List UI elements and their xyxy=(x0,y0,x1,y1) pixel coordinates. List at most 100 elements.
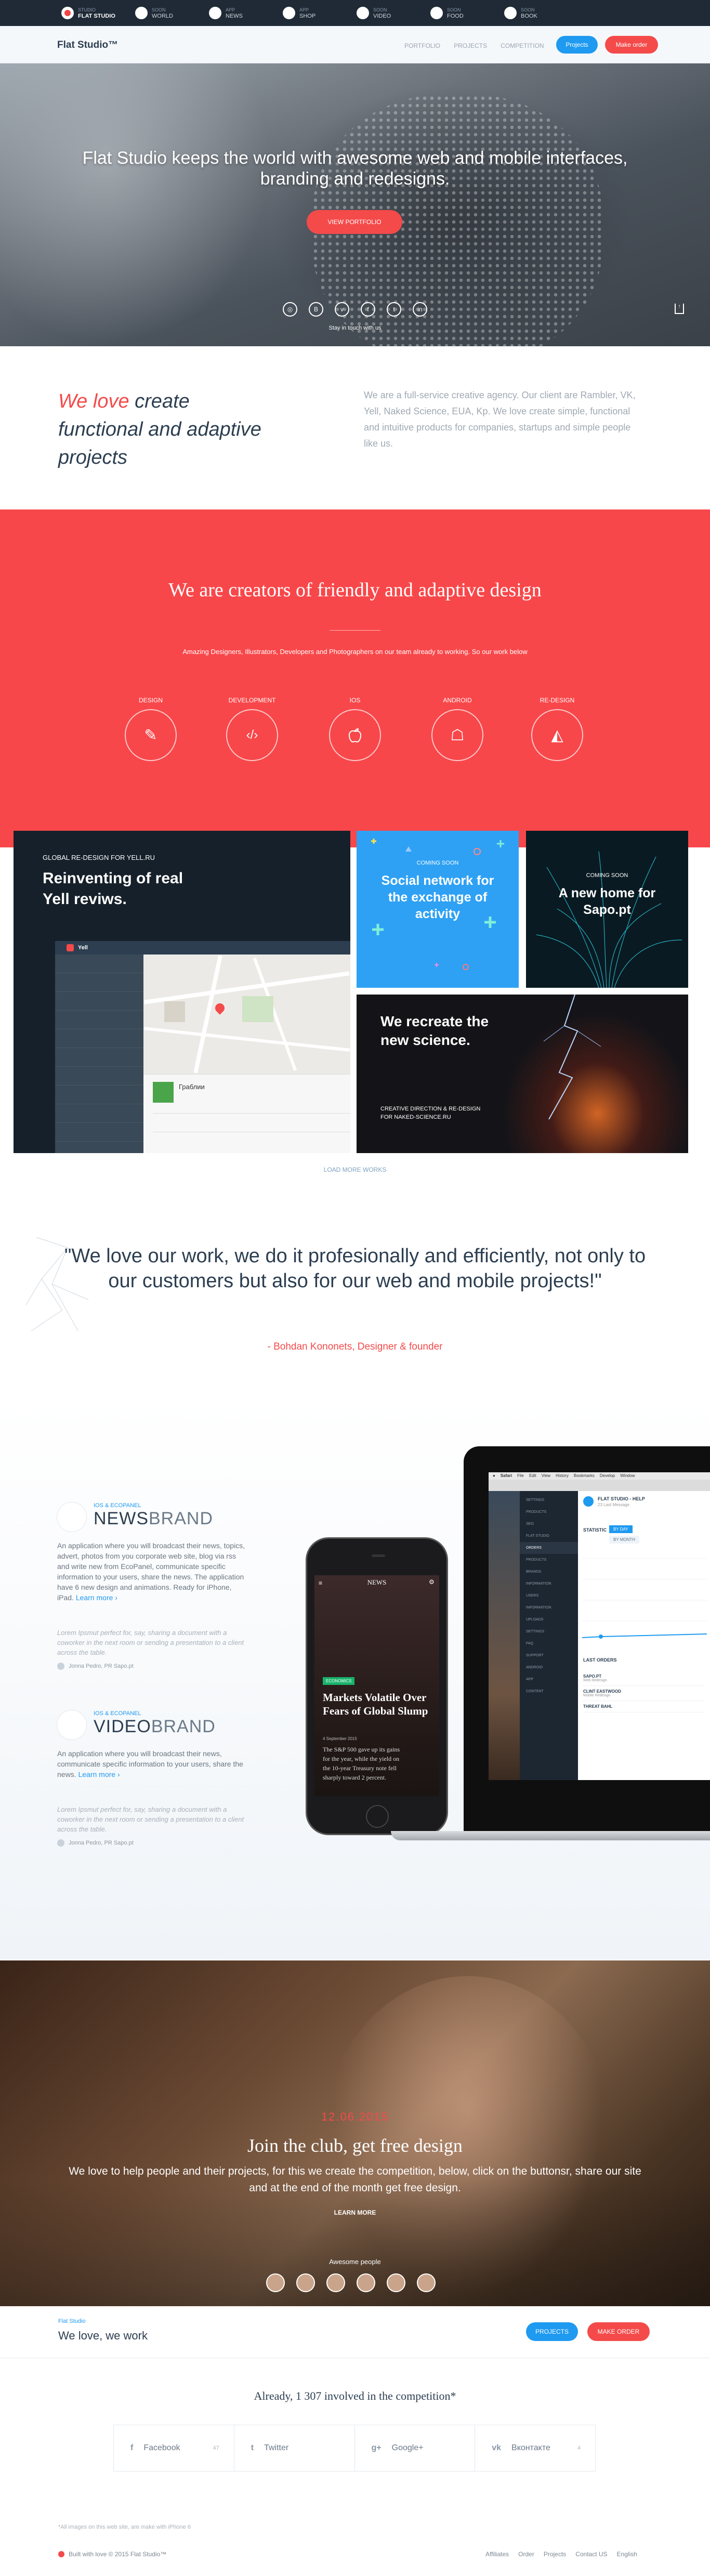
behance-icon[interactable]: B xyxy=(309,302,323,317)
dribbble-icon[interactable]: ◎ xyxy=(283,302,297,317)
social-links: ◎ B v f t in xyxy=(283,302,427,317)
admin-sidebar-item[interactable]: PRODUCTS xyxy=(520,1554,578,1566)
nav-link-competition[interactable]: COMPETITION xyxy=(501,42,544,49)
order-row[interactable]: THREAT BAHL xyxy=(583,1701,705,1712)
app-switcher-label: BOOK xyxy=(521,12,537,19)
app-switcher-item[interactable]: SOON VIDEO xyxy=(357,7,430,19)
nav-link-portfolio[interactable]: PORTFOLIO xyxy=(404,42,440,49)
share-vk-button[interactable]: vk Вконтакте 4 xyxy=(475,2425,595,2471)
avatar[interactable] xyxy=(266,2273,285,2292)
make-order-button[interactable]: Make order xyxy=(605,36,658,54)
footer-link-order[interactable]: Order xyxy=(518,2551,534,2558)
app-switcher-item[interactable]: SOON WORLD xyxy=(135,7,209,19)
admin-sidebar-item[interactable]: ORDERS xyxy=(520,1542,578,1554)
footer-links: Affiliates Order Projects Contact US Eng… xyxy=(485,2551,637,2558)
admin-sidebar-item[interactable]: BRANDS xyxy=(520,1566,578,1578)
mac-menu-item[interactable]: Window xyxy=(620,1473,635,1479)
admin-sidebar-item[interactable]: INFORMATION xyxy=(520,1602,578,1614)
admin-sidebar-item[interactable]: SEO xyxy=(520,1518,578,1530)
portfolio-card-social[interactable]: COMING SOON Social network for the excha… xyxy=(357,831,519,988)
portfolio-card-naked-science[interactable]: We recreate the new science. CREATIVE DIR… xyxy=(357,995,688,1153)
app-switcher-text: SOON WORLD xyxy=(152,7,173,19)
order-row[interactable]: CLINT EASTWOOD Mobile Redesign xyxy=(583,1686,705,1701)
mac-menu-item[interactable]: Develop xyxy=(600,1473,615,1479)
mac-menu-item[interactable]: Safari xyxy=(501,1473,512,1479)
admin-sidebar-item[interactable]: APP xyxy=(520,1673,578,1685)
app-switcher-item[interactable]: APP SHOP xyxy=(283,7,357,19)
order-row[interactable]: SAPO.PT Web Redesign xyxy=(583,1671,705,1686)
admin-sidebar-item[interactable]: CONTENT xyxy=(520,1685,578,1697)
logo[interactable]: Flat Studio™ xyxy=(57,40,118,51)
admin-sidebar-item[interactable]: SETTINGS xyxy=(520,1494,578,1506)
app-switcher-item[interactable]: APP NEWS xyxy=(209,7,283,19)
mac-menu-item[interactable]: Edit xyxy=(529,1473,536,1479)
app-switcher-label: SHOP xyxy=(299,12,316,19)
share-facebook-button[interactable]: f Facebook 47 xyxy=(114,2425,234,2471)
app-switcher-item[interactable]: SOON FOOD xyxy=(430,7,504,19)
admin-sidebar-item[interactable]: UPLOADS xyxy=(520,1614,578,1626)
mac-menu-item[interactable]: Bookmarks xyxy=(574,1473,595,1479)
app-switcher-kind: APP xyxy=(299,7,309,12)
admin-sidebar-item[interactable]: INFORMATION xyxy=(520,1578,578,1590)
vk-icon[interactable]: v xyxy=(335,302,349,317)
view-portfolio-button[interactable]: VIEW PORTFOLIO xyxy=(307,210,402,234)
avatar[interactable] xyxy=(296,2273,315,2292)
mac-menu-item[interactable]: History xyxy=(556,1473,569,1479)
linkedin-icon[interactable]: in xyxy=(413,302,427,317)
footer-link-affiliates[interactable]: Affiliates xyxy=(485,2551,509,2558)
mockup-place-name: Граблии xyxy=(179,1083,205,1091)
app-switcher-text: APP NEWS xyxy=(226,7,243,19)
twitter-icon[interactable]: t xyxy=(387,302,401,317)
intro-text: We are a full-service creative agency. O… xyxy=(364,390,636,449)
facebook-icon[interactable]: f xyxy=(361,302,375,317)
app-switcher-text: SOON BOOK xyxy=(521,7,537,19)
share-google-button[interactable]: g+ Google+ xyxy=(355,2425,476,2471)
admin-sidebar-item[interactable]: SUPPORT xyxy=(520,1650,578,1662)
share-icon[interactable]: ↑ xyxy=(675,304,684,314)
mac-menu-item[interactable]: File xyxy=(517,1473,524,1479)
skill-ios: IOS xyxy=(324,697,386,761)
admin-sidebar-item[interactable]: FLAT STUDIO xyxy=(520,1530,578,1542)
avatar[interactable] xyxy=(326,2273,345,2292)
app-logo-icon xyxy=(583,1496,594,1507)
admin-sidebar-item[interactable]: ANDROID xyxy=(520,1662,578,1673)
share-twitter-button[interactable]: t Twitter xyxy=(234,2425,355,2471)
projects-button[interactable]: Projects xyxy=(556,36,598,54)
learn-more-link[interactable]: Learn more › xyxy=(76,1593,117,1602)
avatar[interactable] xyxy=(387,2273,405,2292)
mac-menu-item[interactable]: View xyxy=(542,1473,550,1479)
admin-sidebar-item[interactable]: USERS xyxy=(520,1590,578,1602)
admin-sidebar-item[interactable]: FAQ xyxy=(520,1638,578,1650)
avatar[interactable] xyxy=(417,2273,436,2292)
review-author: Jonna Pedro, PR Sapo.pt xyxy=(57,1663,249,1670)
avatar[interactable] xyxy=(357,2273,375,2292)
app-circle-icon xyxy=(430,7,443,19)
footer-make-order-button[interactable]: MAKE ORDER xyxy=(587,2322,650,2341)
footer-link-language[interactable]: English xyxy=(617,2551,637,2558)
load-more-button[interactable]: LOAD MORE WORKS xyxy=(0,1166,710,1173)
shapes-icon: ◭ xyxy=(531,709,583,761)
portfolio-card-sapo[interactable]: COMING SOON A new home for Sapo.pt xyxy=(526,831,688,988)
learn-more-link[interactable]: Learn more › xyxy=(78,1770,120,1779)
portfolio-card-yell[interactable]: GLOBAL RE-DESIGN FOR YELL.RU Reinventing… xyxy=(14,831,350,1153)
skill-development: DEVELOPMENT ‹/› xyxy=(221,697,283,761)
menu-icon[interactable]: ≡ xyxy=(319,1579,322,1587)
apple-icon xyxy=(329,709,381,761)
app-switcher-item[interactable]: SOON BOOK xyxy=(504,7,578,19)
app-switcher-text: SOON VIDEO xyxy=(373,7,391,19)
nav-link-projects[interactable]: PROJECTS xyxy=(454,42,487,49)
join-learn-more-link[interactable]: LEARN MORE xyxy=(0,2209,710,2216)
footer-link-projects[interactable]: Projects xyxy=(544,2551,566,2558)
orders-title: LAST ORDERS xyxy=(583,1657,617,1663)
settings-icon[interactable]: ⚙ xyxy=(429,1578,435,1586)
macbook-mockup: ● Safari File Edit View History Bookmarks Devel… xyxy=(464,1446,710,1831)
admin-sidebar-item[interactable]: PRODUCTS xyxy=(520,1506,578,1518)
stat-month-toggle[interactable]: BY MONTH xyxy=(609,1536,640,1544)
admin-sidebar-item[interactable]: SETTINGS xyxy=(520,1626,578,1638)
app-switcher-item[interactable]: STUDIO FLAT STUDIO xyxy=(61,7,135,19)
skill-design: DESIGN ✎ xyxy=(120,697,182,761)
footer-link-contact[interactable]: Contact US xyxy=(575,2551,607,2558)
footer-projects-button[interactable]: PROJECTS xyxy=(526,2322,578,2341)
intro-title-accent: We love xyxy=(58,390,129,412)
stat-period-toggle[interactable]: BY DAY xyxy=(609,1525,633,1533)
